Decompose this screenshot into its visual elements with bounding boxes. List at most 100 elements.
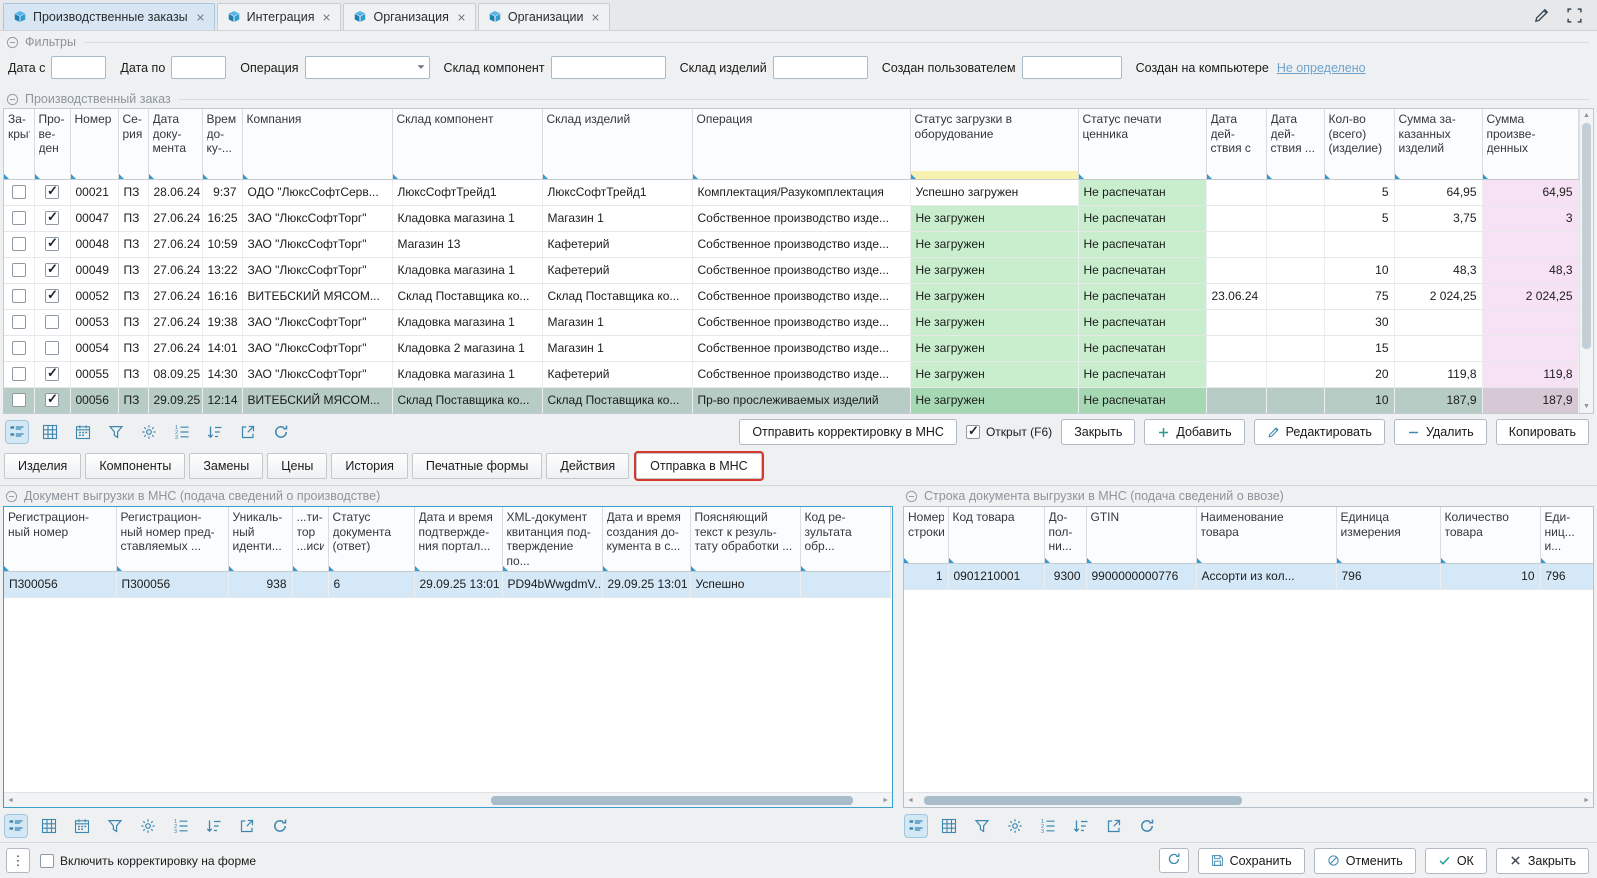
column-header-load_status[interactable]: Статус загрузки в оборудование (910, 109, 1078, 179)
mns_row-row[interactable]: 1090121000193009900000000776Ассорти из к… (904, 563, 1594, 589)
column-header[interactable]: Код ре- зультата обр... (800, 507, 890, 571)
vertical-scrollbar[interactable]: ▲ ▼ (1579, 109, 1594, 413)
column-header-print_status[interactable]: Статус печати ценника (1078, 109, 1206, 179)
column-header[interactable]: Номер строки (904, 507, 948, 563)
column-header[interactable]: Еди- ниц... и... (1540, 507, 1594, 563)
column-header-sum_produced[interactable]: Сумма произве- денных (1482, 109, 1578, 179)
mns-row-list-view-icon[interactable] (905, 815, 927, 837)
detail-tab-6[interactable]: Действия (546, 453, 629, 479)
closed-checkbox[interactable] (12, 185, 26, 199)
copy-button[interactable]: Копировать (1496, 419, 1589, 445)
edit-icon[interactable] (1533, 7, 1550, 24)
orders-refresh-icon[interactable] (270, 421, 292, 443)
order-row-00047[interactable]: 00047ПЗ27.06.2416:25ЗАО "ЛюксСофтТорг"Кл… (4, 205, 1578, 231)
mns-doc-numbered-list-icon[interactable]: 123 (170, 815, 192, 837)
orders-filter-icon[interactable] (105, 421, 127, 443)
order-row-00021[interactable]: 00021ПЗ28.06.249:37ОДО "ЛюксСофтСерв...Л… (4, 179, 1578, 205)
enable-correction-checkbox[interactable]: Включить корректировку на форме (40, 854, 256, 868)
scrollbar-track[interactable] (917, 796, 1580, 805)
scroll-right-icon[interactable]: ► (882, 797, 889, 804)
maximize-icon[interactable] (1566, 7, 1583, 24)
collapse-filters-icon[interactable] (6, 36, 19, 49)
close-order-button[interactable]: Закрыть (1061, 419, 1135, 445)
column-header[interactable]: До- пол- ни... (1044, 507, 1086, 563)
mns-doc-refresh-icon[interactable] (269, 815, 291, 837)
posted-checkbox[interactable] (45, 237, 59, 251)
posted-checkbox[interactable] (45, 263, 59, 277)
column-header-closed[interactable]: За- крыт (4, 109, 34, 179)
mns-doc-list-view-icon[interactable] (5, 815, 27, 837)
mns-row-numbered-list-icon[interactable]: 123 (1037, 815, 1059, 837)
mns_doc-row[interactable]: П300056П300056938629.09.25 13:01PD94bWwg… (4, 571, 890, 597)
closed-checkbox[interactable] (12, 237, 26, 251)
closed-checkbox[interactable] (12, 341, 26, 355)
posted-checkbox[interactable] (45, 211, 59, 225)
orders-sort-icon[interactable] (204, 421, 226, 443)
close-button[interactable]: Закрыть (1496, 848, 1589, 874)
filter-3-input[interactable] (551, 56, 666, 79)
orders-table-view-icon[interactable] (39, 421, 61, 443)
orders-list-view-icon[interactable] (6, 421, 28, 443)
posted-checkbox[interactable] (45, 289, 59, 303)
column-header-doc_date[interactable]: Дата доку- мента (148, 109, 202, 179)
order-row-00055[interactable]: 00055ПЗ08.09.2514:30ЗАО "ЛюксСофтТорг"Кл… (4, 361, 1578, 387)
scroll-left-icon[interactable]: ◄ (7, 797, 14, 804)
orders-gear-icon[interactable] (138, 421, 160, 443)
mns-row-gear-icon[interactable] (1004, 815, 1026, 837)
doc-tab-3[interactable]: Организации (478, 3, 611, 30)
column-header[interactable]: Поясняющий текст к резуль- тату обработк… (690, 507, 800, 571)
column-header[interactable]: Дата и время создания до- кумента в с... (602, 507, 690, 571)
close-tab-icon[interactable] (322, 13, 331, 22)
detail-tab-3[interactable]: Цены (267, 453, 327, 479)
column-header-series[interactable]: Се- рия (118, 109, 148, 179)
closed-checkbox[interactable] (12, 315, 26, 329)
scroll-left-icon[interactable]: ◄ (907, 797, 914, 804)
mns-doc-calendar-icon[interactable] (71, 815, 93, 837)
mns-row-table-view-icon[interactable] (938, 815, 960, 837)
column-header-wh_prod[interactable]: Склад изделий (542, 109, 692, 179)
posted-checkbox[interactable] (45, 367, 59, 381)
column-header[interactable]: XML-документ квитанция под- тверждение п… (502, 507, 602, 571)
closed-checkbox[interactable] (12, 211, 26, 225)
edit-button[interactable]: Редактировать (1254, 419, 1385, 445)
filter-1-input[interactable] (171, 56, 226, 79)
scroll-up-icon[interactable]: ▲ (1583, 110, 1590, 121)
detail-tab-1[interactable]: Компоненты (85, 453, 185, 479)
cancel-button[interactable]: Отменить (1314, 848, 1416, 874)
collapse-orders-icon[interactable] (6, 93, 19, 106)
column-header[interactable]: Единица измерения (1336, 507, 1440, 563)
mns-doc-sort-icon[interactable] (203, 815, 225, 837)
detail-tab-4[interactable]: История (331, 453, 407, 479)
closed-checkbox[interactable] (12, 289, 26, 303)
open-f6-checkbox[interactable]: Открыт (F6) (966, 425, 1052, 439)
delete-button[interactable]: Удалить (1394, 419, 1487, 445)
closed-checkbox[interactable] (12, 393, 26, 407)
column-header-number[interactable]: Номер (70, 109, 118, 179)
column-header-company[interactable]: Компания (242, 109, 392, 179)
orders-numbered-list-icon[interactable]: 123 (171, 421, 193, 443)
mns-row-export-icon[interactable] (1103, 815, 1125, 837)
doc-tab-1[interactable]: Интеграция (217, 3, 342, 30)
ok-button[interactable]: ОК (1425, 848, 1487, 874)
mns-doc-table-view-icon[interactable] (38, 815, 60, 837)
close-tab-icon[interactable] (457, 13, 466, 22)
order-row-00048[interactable]: 00048ПЗ27.06.2410:59ЗАО "ЛюксСофтТорг"Ма… (4, 231, 1578, 257)
column-header[interactable]: Статус документа (ответ) (328, 507, 414, 571)
horizontal-scrollbar[interactable]: ◄ ► (4, 792, 892, 807)
mns-row-filter-icon[interactable] (971, 815, 993, 837)
order-row-00054[interactable]: 00054ПЗ27.06.2414:01ЗАО "ЛюксСофтТорг"Кл… (4, 335, 1578, 361)
column-header[interactable]: Код товара (948, 507, 1044, 563)
scrollbar-track[interactable] (1582, 123, 1591, 399)
filter-2-select[interactable] (305, 56, 430, 79)
save-button[interactable]: Сохранить (1198, 848, 1305, 874)
column-header[interactable]: Регистрацион- ный номер (4, 507, 116, 571)
column-header[interactable]: GTIN (1086, 507, 1196, 563)
closed-checkbox[interactable] (12, 367, 26, 381)
column-header-date_to[interactable]: Дата дей- ствия ... (1266, 109, 1324, 179)
doc-tab-0[interactable]: Производственные заказы (3, 3, 215, 30)
scrollbar-thumb[interactable] (491, 796, 853, 805)
add-button[interactable]: Добавить (1144, 419, 1244, 445)
order-row-00049[interactable]: 00049ПЗ27.06.2413:22ЗАО "ЛюксСофтТорг"Кл… (4, 257, 1578, 283)
collapse-mns-row-icon[interactable] (905, 490, 918, 503)
detail-tab-0[interactable]: Изделия (4, 453, 81, 479)
